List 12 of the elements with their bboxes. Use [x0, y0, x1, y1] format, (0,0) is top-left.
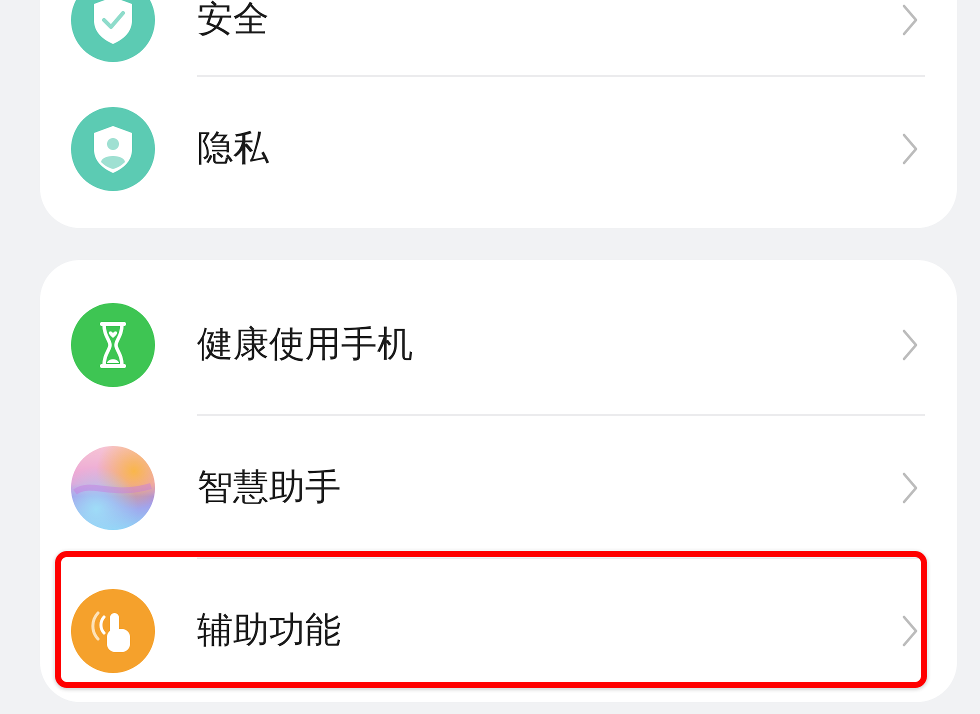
settings-item-label[interactable]: 辅助功能 — [197, 610, 902, 650]
touch-hand-icon — [71, 588, 155, 672]
chevron-right-icon — [902, 614, 918, 646]
hourglass-icon — [71, 302, 155, 386]
chevron-right-icon — [902, 328, 918, 360]
settings-item-label[interactable]: 智慧助手 — [197, 468, 902, 508]
chevron-right-icon — [902, 472, 918, 504]
chevron-right-icon — [902, 132, 918, 164]
chevron-right-icon — [902, 4, 918, 36]
settings-item-label[interactable]: 健康使用手机 — [197, 324, 902, 364]
settings-item-label[interactable]: 隐私 — [197, 128, 902, 168]
shield-person-icon — [71, 106, 155, 190]
